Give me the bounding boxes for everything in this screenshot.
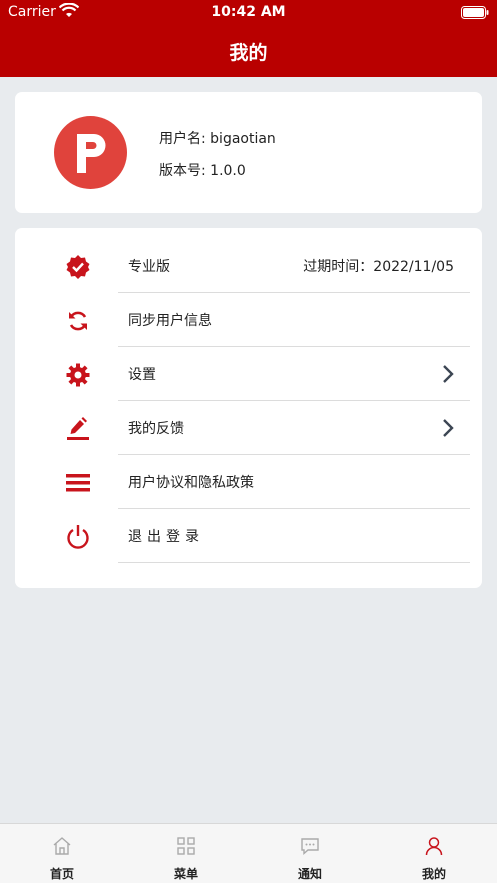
menu-item-label: 同步用户信息 [128,313,212,329]
tab-label: 首页 [49,867,74,881]
message-icon [301,838,319,856]
menu-item-label: 用户协议和隐私政策 [128,475,254,491]
battery-icon [461,6,489,19]
tab-label: 我的 [421,867,446,881]
edit-pencil-icon [67,417,89,440]
svg-text:P: P [54,116,55,117]
chevron-right-icon [443,365,454,383]
menu-item-logout[interactable]: 退出登录 [15,509,482,563]
menu-item-sync-user-info[interactable]: 同步用户信息 [15,293,482,347]
grid-icon [177,837,195,855]
menu-item-settings[interactable]: 设置 [15,347,482,401]
profile-card: P 用户名: bigaotian 版本号: 1.0.0 [15,92,482,213]
sync-icon [69,311,87,331]
tab-label: 菜单 [173,867,198,881]
avatar: P [54,116,127,189]
expiry-date-text: 过期时间：2022/11/05 [303,259,454,275]
menu-item-my-feedback[interactable]: 我的反馈 [15,401,482,455]
tab-home[interactable]: 首页 [0,824,124,883]
chevron-right-icon [443,419,454,437]
username-label: 用户名: bigaotian [159,131,276,147]
menu-item-label: 我的反馈 [128,421,184,437]
tab-notifications[interactable]: 通知 [248,824,372,883]
menu-item-label: 设置 [128,367,156,383]
app-header: Carrier 10:42 AM 我的 [0,0,497,77]
power-icon [67,525,89,549]
menu-item-label: 退出登录 [128,529,204,545]
version-label: 版本号: 1.0.0 [159,163,246,179]
document-lines-icon [66,474,90,492]
page-title: 我的 [229,42,268,64]
status-bar: Carrier 10:42 AM [0,0,497,26]
tab-mine[interactable]: 我的 [372,824,496,883]
tab-label: 通知 [297,867,322,881]
tab-bar: 首页 菜单 通知 我的 [0,823,497,883]
tab-menu[interactable]: 菜单 [124,824,248,883]
menu-item-pro-version[interactable]: 专业版 过期时间：2022/11/05 [15,239,482,293]
home-icon [53,837,71,855]
verified-badge-icon [66,255,90,279]
user-icon [425,837,443,856]
divider [118,562,470,563]
menu-item-user-agreement-privacy[interactable]: 用户协议和隐私政策 [15,455,482,509]
status-time: 10:42 AM [211,4,286,20]
avatar-logo-icon: P [54,116,106,173]
gear-icon [66,363,90,387]
menu-card: 专业版 过期时间：2022/11/05 同步用户信息 设置 我的反馈 用户协议和… [15,228,482,588]
menu-item-label: 专业版 [128,259,170,275]
